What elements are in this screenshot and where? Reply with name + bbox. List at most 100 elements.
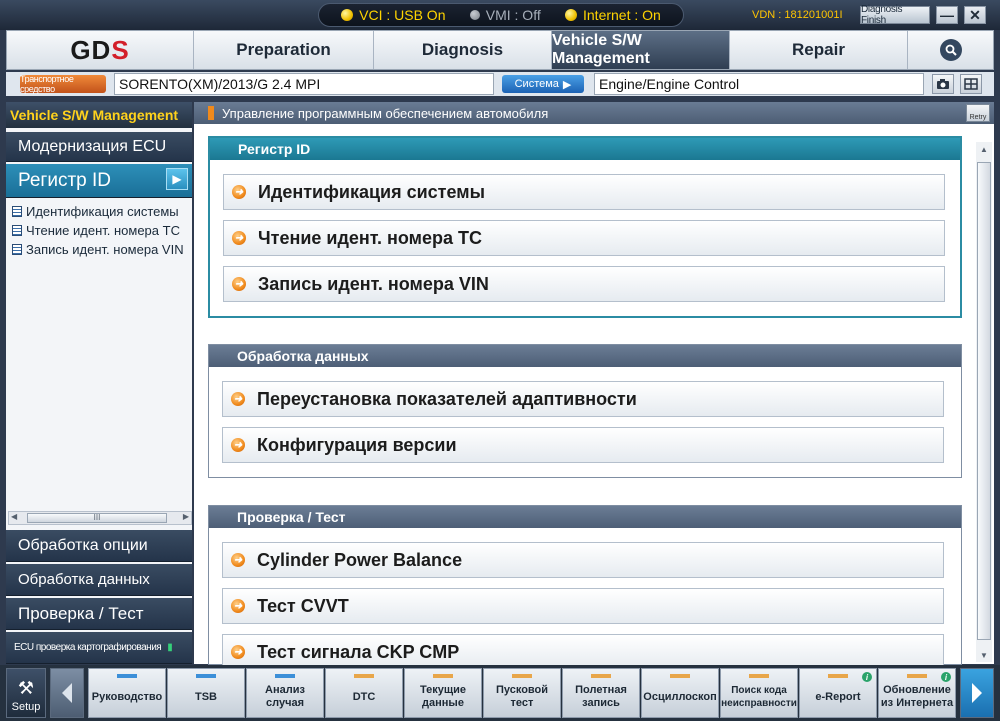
toolbar-prev-button[interactable]: [50, 668, 84, 718]
sidebar-item-ecu-upgrade[interactable]: Модернизация ECU: [6, 132, 192, 162]
system-select-label: Система: [514, 78, 559, 90]
arrow-bullet-icon: ➜: [231, 553, 245, 567]
toolbar-item-label: Текущие данные: [419, 684, 467, 709]
gds-logo: GD S: [7, 31, 193, 69]
sidebar-item-label: ECU проверка картографирования: [14, 642, 162, 653]
tab-vehicle-sw-management[interactable]: Vehicle S/W Management: [551, 31, 729, 69]
sidebar-subitem-label: Идентификация системы: [26, 204, 179, 219]
toolbar-case-analysis-button[interactable]: Анализ случая: [246, 668, 324, 718]
toolbar-manual-button[interactable]: Руководство: [88, 668, 166, 718]
vmi-status-label: VMI : Off: [485, 7, 541, 23]
internet-status-label: Internet : On: [583, 7, 661, 23]
scroll-left-icon[interactable]: ◀: [11, 512, 17, 521]
document-icon: [12, 225, 22, 236]
arrow-bullet-icon: ➜: [231, 392, 245, 406]
action-read-vin[interactable]: ➜ Чтение идент. номера ТС: [223, 220, 945, 256]
sidebar-item-label: Регистр ID: [18, 169, 111, 191]
main-panel: Управление программным обеспечением авто…: [194, 102, 994, 670]
action-label: Cylinder Power Balance: [257, 549, 463, 570]
toolbar-current-data-button[interactable]: Текущие данные: [404, 668, 482, 718]
sidebar-title: Vehicle S/W Management: [6, 102, 192, 128]
action-cvvt-test[interactable]: ➜ Тест CVVT: [222, 588, 944, 624]
toolbar-next-button[interactable]: [960, 668, 994, 718]
sidebar-item-check-test[interactable]: Проверка / Тест: [6, 598, 192, 630]
sidebar-subitem-read-vin[interactable]: Чтение идент. номера ТС: [12, 223, 192, 238]
vci-status: VCI : USB On: [341, 7, 445, 23]
action-cylinder-power-balance[interactable]: ➜ Cylinder Power Balance: [222, 542, 944, 578]
arrow-bullet-icon: ➜: [232, 185, 246, 199]
toolbar-indicator-icon: [749, 674, 769, 678]
vmi-status-icon: [469, 10, 480, 20]
document-icon: [12, 244, 22, 255]
setup-button[interactable]: ⚒ Setup: [6, 668, 46, 718]
tab-diagnosis[interactable]: Diagnosis: [373, 31, 551, 69]
info-icon: i: [862, 672, 872, 682]
action-label: Запись идент. номера VIN: [258, 273, 489, 294]
diagnosis-finish-button[interactable]: Diagnosis Finish: [860, 4, 930, 26]
toolbar-item-label: Поиск кода неисправности: [721, 685, 797, 709]
scroll-down-icon[interactable]: ▼: [976, 648, 992, 662]
action-reset-adaptive-values[interactable]: ➜ Переустановка показателей адаптивности: [222, 381, 944, 417]
close-button[interactable]: ✕: [964, 6, 986, 24]
retry-button[interactable]: Retry: [966, 104, 990, 122]
scroll-right-icon[interactable]: ▶: [183, 512, 189, 521]
chevron-right-icon: [972, 683, 982, 703]
toolbar-item-label: Полетная запись: [575, 684, 627, 709]
scroll-thumb[interactable]: [977, 162, 991, 640]
main-panel-title: Управление программным обеспечением авто…: [222, 105, 549, 121]
toolbar-item-label: Обновление из Интернета: [880, 684, 954, 709]
toolbar-oscilloscope-button[interactable]: Осциллоскоп: [641, 668, 719, 718]
sidebar-subitem-write-vin[interactable]: Запись идент. номера VIN: [12, 242, 192, 257]
action-system-identification[interactable]: ➜ Идентификация системы: [223, 174, 945, 210]
vehicle-select-button[interactable]: Транспортное средство: [20, 74, 106, 94]
toolbar-e-report-button[interactable]: i e-Report: [799, 668, 877, 718]
chevron-left-icon: [62, 683, 72, 703]
main-vertical-scrollbar[interactable]: ▲ ▼: [976, 142, 992, 662]
toolbar-flight-record-button[interactable]: Полетная запись: [562, 668, 640, 718]
sidebar-item-option-processing[interactable]: Обработка опции: [6, 530, 192, 562]
scroll-up-icon[interactable]: ▲: [976, 142, 992, 156]
logo-text: GD: [70, 34, 112, 65]
toolbar-indicator-icon: [670, 674, 690, 678]
minimize-button[interactable]: —: [936, 6, 958, 24]
sidebar-horizontal-scrollbar[interactable]: ◀ III ▶: [8, 511, 192, 525]
vehicle-field[interactable]: SORENTO(XM)/2013/G 2.4 MPI: [114, 73, 494, 95]
toolbar-indicator-icon: [828, 674, 848, 678]
system-field[interactable]: Engine/Engine Control: [594, 73, 924, 95]
sidebar-item-data-processing[interactable]: Обработка данных: [6, 564, 192, 596]
toolbar-dtc-button[interactable]: DTC: [325, 668, 403, 718]
action-label: Тест CVVT: [257, 595, 349, 616]
action-label: Тест сигнала CKP CMP: [257, 641, 460, 662]
internet-status: Internet : On: [565, 7, 661, 23]
toolbar-item-label: Пусковой тест: [495, 684, 549, 709]
play-arrow-icon: ▶: [562, 78, 572, 91]
layout-icon[interactable]: [960, 74, 982, 94]
toolbar-indicator-icon: [433, 674, 453, 678]
connection-status-pill: VCI : USB On VMI : Off Internet : On: [318, 3, 684, 27]
tab-repair[interactable]: Repair: [729, 31, 907, 69]
sidebar-item-id-register[interactable]: Регистр ID ▶: [6, 164, 192, 198]
toolbar-internet-update-button[interactable]: i Обновление из Интернета: [878, 668, 956, 718]
camera-icon[interactable]: [932, 74, 954, 94]
group-id-register: Регистр ID ➜ Идентификация системы ➜ Чте…: [208, 136, 962, 318]
tab-preparation[interactable]: Preparation: [193, 31, 373, 69]
tools-icon: ⚒: [17, 678, 35, 698]
search-button[interactable]: [907, 31, 993, 69]
toolbar-indicator-icon: [591, 674, 611, 678]
system-select-button[interactable]: Система ▶: [502, 75, 584, 93]
toolbar-tsb-button[interactable]: TSB: [167, 668, 245, 718]
vmi-status: VMI : Off: [469, 7, 541, 23]
sidebar-item-ecu-mapping-check[interactable]: ECU проверка картографирования ▮: [6, 632, 192, 664]
arrow-bullet-icon: ➜: [231, 599, 245, 613]
toolbar-start-test-button[interactable]: Пусковой тест: [483, 668, 561, 718]
sidebar-subitem-system-id[interactable]: Идентификация системы: [12, 204, 192, 219]
action-version-configuration[interactable]: ➜ Конфигурация версии: [222, 427, 944, 463]
action-label: Чтение идент. номера ТС: [258, 227, 482, 248]
toolbar-fault-code-search-button[interactable]: Поиск кода неисправности: [720, 668, 798, 718]
group-data-processing: Обработка данных ➜ Переустановка показат…: [208, 344, 962, 478]
scroll-thumb[interactable]: III: [27, 513, 167, 523]
vehicle-bar: Транспортное средство SORENTO(XM)/2013/G…: [6, 72, 994, 96]
toolbar-indicator-icon: [117, 674, 137, 678]
action-write-vin[interactable]: ➜ Запись идент. номера VIN: [223, 266, 945, 302]
toolbar-item-label: e-Report: [815, 690, 861, 703]
